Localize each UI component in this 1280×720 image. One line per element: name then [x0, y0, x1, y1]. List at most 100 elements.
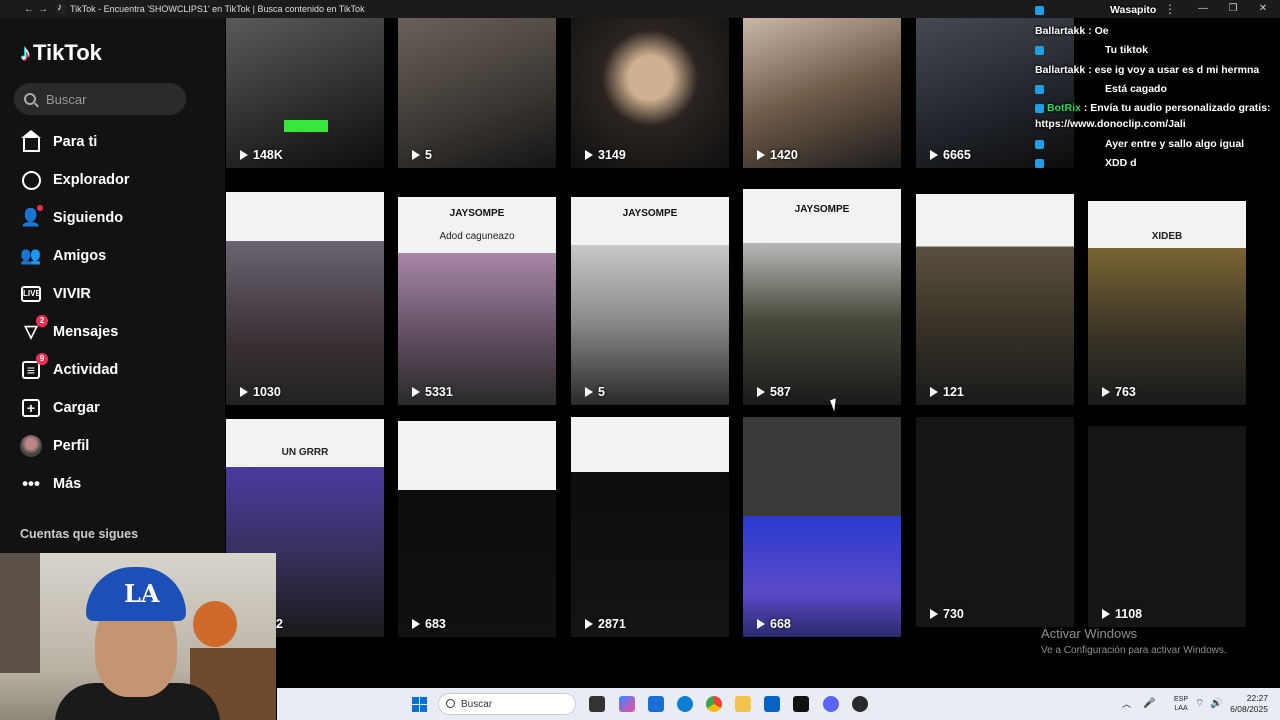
store-icon[interactable]	[648, 696, 664, 712]
play-icon	[585, 150, 593, 160]
tray-chevron-icon[interactable]: ︿	[1122, 700, 1131, 709]
video-card[interactable]: 5	[398, 18, 556, 168]
language-indicator[interactable]: ESP LAA	[1174, 695, 1188, 713]
more-icon: •••	[22, 474, 40, 493]
taskbar-search-input[interactable]: Buscar	[438, 693, 576, 715]
tiktok-app-icon[interactable]	[793, 696, 809, 712]
video-card[interactable]: 668	[743, 417, 901, 637]
kick-logo-badge	[284, 120, 328, 132]
sidebar-item-para-ti[interactable]: Para ti	[0, 123, 225, 161]
messages-icon: ▽ 2	[20, 315, 48, 343]
chat-message: Ballartakk: ese ig voy a usar es d mi he…	[1035, 64, 1260, 76]
sidebar-item-label: Más	[53, 476, 82, 492]
task-view-icon[interactable]	[589, 696, 605, 712]
view-count: 3149	[585, 148, 626, 162]
play-icon	[1102, 387, 1110, 397]
video-card[interactable]: 148K	[226, 18, 384, 168]
upload-icon: +	[20, 397, 42, 419]
sidebar-item-amigos[interactable]: 👥 Amigos	[0, 237, 225, 275]
obs-icon[interactable]	[852, 696, 868, 712]
forward-arrow-icon[interactable]: →	[36, 4, 50, 15]
play-icon	[757, 619, 765, 629]
windows-start-icon[interactable]	[412, 697, 427, 712]
play-icon	[585, 619, 593, 629]
card-kick-label: JAYSOMPE	[622, 207, 678, 219]
view-count: 1108	[1102, 607, 1142, 621]
back-arrow-icon[interactable]: ←	[22, 4, 36, 15]
tiktok-note-icon: ♪	[20, 40, 31, 65]
video-card[interactable]: 730	[916, 417, 1074, 627]
search-icon	[24, 93, 36, 105]
play-icon	[412, 150, 420, 160]
sidebar-item-label: VIVIR	[53, 286, 91, 302]
video-card[interactable]: JAYSOMPE 587	[743, 189, 901, 405]
card-caption: UN GRRR	[281, 446, 329, 458]
view-count: 1420	[757, 148, 798, 162]
sidebar-item-mas[interactable]: ••• Más	[0, 465, 225, 503]
kick-platform-icon	[1035, 5, 1044, 15]
volume-icon[interactable]: 🔊	[1210, 699, 1222, 709]
play-icon	[240, 150, 248, 160]
chat-message: Wasapito	[1035, 4, 1156, 16]
view-count: 121	[930, 385, 964, 399]
kick-platform-icon	[1035, 139, 1044, 149]
play-icon	[1102, 609, 1110, 619]
card-kick-label: JAYSOMPE	[449, 207, 505, 219]
sidebar-item-label: Amigos	[53, 248, 107, 264]
video-card[interactable]: 3149	[571, 18, 729, 168]
view-count: 683	[412, 617, 446, 631]
chat-message: Ayer entre y sallo algo igual	[1035, 138, 1244, 150]
chat-message: https://www.donoclip.com/Jali	[1035, 118, 1186, 130]
copilot-icon[interactable]	[619, 696, 635, 712]
friends-icon: 👥	[20, 246, 42, 265]
following-icon: 👤	[20, 205, 43, 229]
view-count: 668	[757, 617, 791, 631]
card-kick-label: JAYSOMPE	[794, 203, 850, 215]
sidebar-item-perfil[interactable]: Perfil	[0, 427, 225, 465]
video-card[interactable]: 683	[398, 421, 556, 637]
view-count: 2	[276, 617, 283, 631]
view-count: 5331	[412, 385, 453, 399]
edge-icon[interactable]	[677, 696, 693, 712]
sidebar-item-cargar[interactable]: + Cargar	[0, 389, 225, 427]
sidebar-item-mensajes[interactable]: ▽ 2 Mensajes	[0, 313, 225, 351]
video-card[interactable]: 1108	[1088, 426, 1246, 627]
discord-icon[interactable]	[823, 696, 839, 712]
sidebar-item-label: Mensajes	[53, 324, 119, 340]
chat-message: BotRix: Envía tu audio personalizado gra…	[1035, 102, 1271, 114]
activity-badge: 9	[36, 353, 48, 365]
tiktok-logo[interactable]: ♪ TikTok	[20, 40, 102, 66]
sidebar-item-siguiendo[interactable]: 👤 Siguiendo	[0, 199, 225, 237]
live-icon: LIVE	[20, 283, 42, 305]
sidebar-item-label: Perfil	[53, 438, 90, 454]
sidebar-item-explorador[interactable]: Explorador	[0, 161, 225, 199]
video-card[interactable]: JAYSOMPE Adod caguneazo 5331	[398, 197, 556, 405]
card-caption: Adod caguneazo	[439, 230, 515, 242]
play-icon	[930, 150, 938, 160]
view-count: 5	[412, 148, 432, 162]
video-card[interactable]: JAYSOMPE 5	[571, 197, 729, 405]
play-icon	[930, 609, 938, 619]
video-card[interactable]: 1420	[743, 18, 901, 168]
search-input[interactable]: Buscar	[14, 83, 186, 115]
profile-avatar	[20, 435, 42, 457]
sidebar-item-label: Explorador	[53, 172, 130, 188]
video-card[interactable]: 2871	[571, 417, 729, 637]
wifi-icon[interactable]: ⌔	[1195, 699, 1204, 709]
video-card[interactable]: 1030	[226, 192, 384, 405]
chat-message: XDD d	[1035, 157, 1137, 169]
play-icon	[412, 387, 420, 397]
kick-platform-icon	[1035, 45, 1044, 55]
chrome-icon[interactable]	[706, 696, 722, 712]
microphone-icon[interactable]: 🎤	[1143, 699, 1155, 709]
video-card[interactable]: XIDEB 763	[1088, 201, 1246, 405]
file-explorer-icon[interactable]	[735, 696, 751, 712]
taskbar-clock[interactable]: 22:27 6/08/2025	[1230, 693, 1268, 715]
view-count: 1030	[240, 385, 281, 399]
sidebar-item-actividad[interactable]: ≡ 9 Actividad	[0, 351, 225, 389]
video-card[interactable]: 121	[916, 194, 1074, 405]
sidebar-item-vivir[interactable]: LIVE VIVIR	[0, 275, 225, 313]
outlook-icon[interactable]	[764, 696, 780, 712]
chat-message: Está cagado	[1035, 83, 1167, 95]
play-icon	[930, 387, 938, 397]
